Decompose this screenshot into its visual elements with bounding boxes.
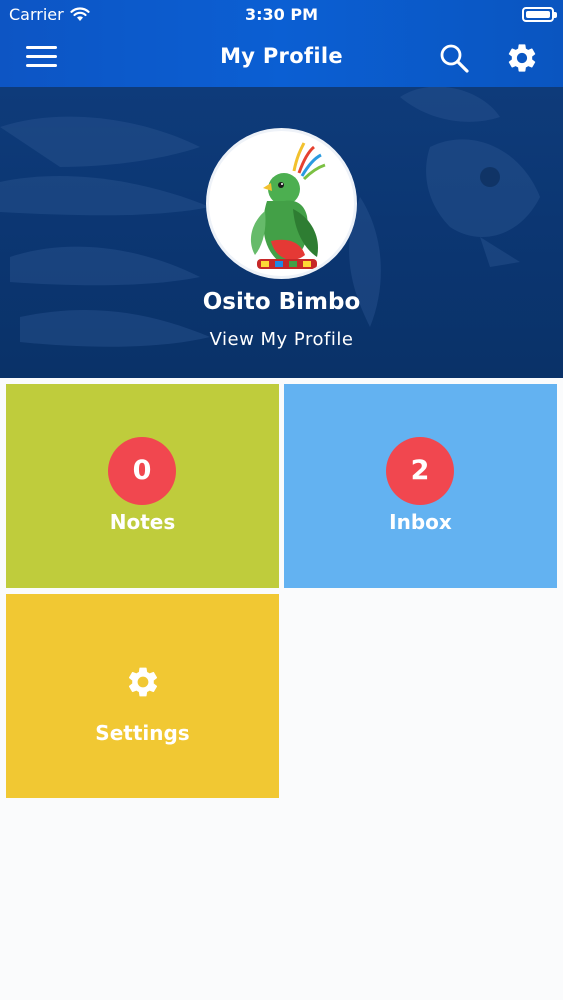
gear-icon[interactable] [505, 41, 539, 75]
battery-level [526, 11, 550, 18]
notes-label: Notes [109, 510, 176, 534]
inbox-tile[interactable]: 2 Inbox [284, 384, 557, 588]
settings-label: Settings [95, 721, 190, 745]
search-icon[interactable] [438, 42, 470, 74]
settings-tile[interactable]: Settings [6, 594, 279, 798]
notes-count-badge: 0 [108, 437, 176, 505]
status-time: 3:30 PM [244, 5, 318, 24]
view-profile-link[interactable]: View My Profile [0, 329, 563, 350]
quetzal-bird-avatar [250, 142, 326, 269]
notes-tile[interactable]: 0 Notes [6, 384, 279, 588]
page-title: My Profile [220, 44, 343, 68]
inbox-count-badge: 2 [386, 437, 454, 505]
profile-name: Osito Bimbo [202, 289, 361, 315]
avatar[interactable] [206, 128, 357, 279]
gear-icon [128, 667, 158, 697]
status-bar: Carrier 3:30 PM [0, 0, 563, 30]
battery-icon [522, 7, 557, 22]
profile-banner: Osito Bimbo View My Profile [0, 87, 563, 378]
inbox-label: Inbox [389, 510, 452, 534]
nav-bar: My Profile [0, 30, 563, 87]
screen: Carrier 3:30 PM My Profile Osito Bimbo V… [0, 0, 563, 1000]
app-header: Carrier 3:30 PM My Profile [0, 0, 563, 87]
